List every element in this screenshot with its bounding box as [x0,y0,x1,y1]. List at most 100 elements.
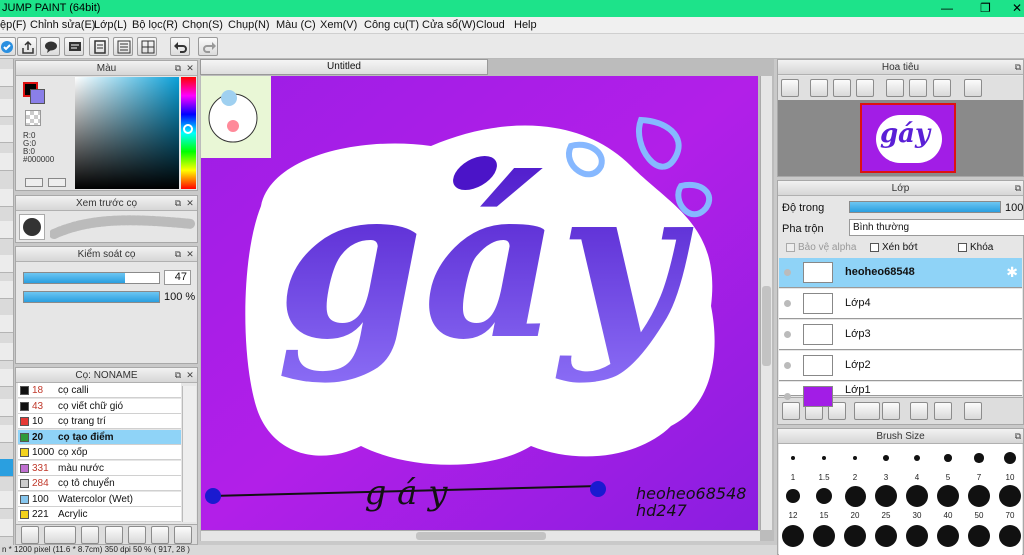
menu-window[interactable]: Cửa sổ(W) [422,19,476,31]
blend-mode-select[interactable]: Bình thường [849,219,1024,236]
drawing-canvas[interactable]: gáy g á y heoheo68548 hd247 [201,76,758,530]
brush-size-option[interactable] [782,525,804,547]
panel-float-icon[interactable]: ⧉ [173,249,183,259]
brush-size-option[interactable] [791,456,795,460]
background-color-swatch[interactable] [30,89,45,104]
brush-size-option[interactable] [815,487,833,505]
document-button[interactable] [89,37,109,56]
zoom-in-button[interactable] [810,79,828,97]
tool-smudge[interactable] [0,425,13,443]
brush-copy-button[interactable] [151,526,169,544]
menu-filter[interactable]: Bộ lọc(R) [132,19,178,31]
tool-fill[interactable] [0,221,13,239]
navigator-thumbnail[interactable]: gáy [860,103,956,173]
brush-list-item[interactable]: 18 cọ calli [18,383,181,398]
brush-size-option[interactable] [968,485,990,507]
layer-row[interactable]: Lớp1 [779,382,1022,407]
clipping-checkbox[interactable] [870,243,879,252]
brush-size-option[interactable] [974,453,984,463]
layer-folder-button[interactable] [882,402,900,420]
maximize-button[interactable]: ❐ [980,0,991,16]
close-button[interactable]: ✕ [1012,0,1022,16]
redo-button[interactable] [198,37,218,56]
tool-blur[interactable] [0,399,13,417]
lock-view-button[interactable] [964,79,982,97]
tool-zoom[interactable] [0,519,13,537]
brush-list-item[interactable]: 20 cọ tạo điểm [18,429,181,445]
tool-hand[interactable] [0,491,13,509]
lock-checkbox[interactable] [958,243,967,252]
menu-select[interactable]: Chọn(S) [182,19,223,31]
brush-size-slider[interactable] [23,272,160,284]
tool-brush[interactable] [0,153,13,171]
panel-close-icon[interactable]: ✕ [185,198,195,208]
brush-list-item[interactable]: 43 cọ viết chữ gió [18,398,181,414]
layer-settings-gear-icon[interactable]: ✱ [1006,264,1018,281]
brush-size-option[interactable] [852,455,858,461]
tool-eraser[interactable] [0,99,13,117]
layer-add-dropdown[interactable] [854,402,880,420]
confirm-button[interactable] [0,37,16,56]
layer-visibility-icon[interactable] [784,300,791,307]
vertical-scroll-thumb[interactable] [762,286,771,366]
brush-size-option[interactable] [875,525,897,547]
minimize-button[interactable]: — [941,0,953,16]
menu-color[interactable]: Màu (C) [276,19,316,31]
grid-button[interactable] [137,37,157,56]
panel-float-icon[interactable]: ⧉ [173,370,183,380]
tool-bucket[interactable] [0,255,13,273]
brush-size-option[interactable] [999,525,1021,547]
protect-alpha-checkbox[interactable] [786,243,795,252]
menu-capture[interactable]: Chụp(N) [228,19,270,31]
menu-tools[interactable]: Công cụ(T) [364,19,419,31]
brush-size-option[interactable] [786,489,800,503]
brush-settings-button[interactable] [81,526,99,544]
brush-list-item[interactable]: 10 cọ trang trí [18,414,181,429]
menu-edit[interactable]: Chỉnh sửa(E) [30,19,95,31]
panel-float-icon[interactable]: ⧉ [173,198,183,208]
tab-untitled[interactable]: Untitled [200,59,488,75]
brush-size-option[interactable] [906,525,928,547]
tool-magic-wand[interactable] [0,343,13,361]
brush-upload-button[interactable] [21,526,39,544]
brush-folder-button[interactable] [105,526,123,544]
zoom-actual-button[interactable] [833,79,851,97]
layer-row[interactable]: heoheo68548 ✱ [779,258,1022,288]
layer-merge-button[interactable] [934,402,952,420]
panel-float-icon[interactable]: ⧉ [1013,431,1023,441]
comment-button[interactable] [40,37,60,56]
brush-size-option[interactable] [1004,452,1016,464]
menu-view[interactable]: Xem(V) [320,19,357,31]
zoom-fit-button[interactable] [781,79,799,97]
brush-size-option[interactable] [913,454,921,462]
share-button[interactable] [17,37,37,56]
layer-delete-button[interactable] [964,402,982,420]
layer-row[interactable]: Lớp3 [779,320,1022,350]
brush-new-dropdown[interactable] [44,526,76,544]
brush-size-option[interactable] [968,525,990,547]
panel-float-icon[interactable]: ⧉ [1013,183,1023,193]
tool-move[interactable] [0,189,13,207]
brush-list-item[interactable]: 284 cọ tô chuyển [18,476,181,491]
menu-file[interactable]: ệp(F) [0,19,26,31]
brush-size-option[interactable] [875,485,897,507]
rotate-left-button[interactable] [886,79,904,97]
brush-list-scrollbar[interactable] [182,386,196,522]
brush-list-item[interactable]: 331 màu nước [18,460,181,476]
brush-list-item[interactable]: 1000 cọ xốp [18,445,181,460]
layer-visibility-icon[interactable] [784,269,791,276]
layer-copy-button[interactable] [910,402,928,420]
brush-list-item[interactable]: 100 Watercolor (Wet) [18,491,181,507]
canvas-horizontal-scrollbar[interactable] [201,530,760,541]
brush-size-option[interactable] [906,485,928,507]
saturation-value-picker[interactable] [75,77,179,189]
menu-help[interactable]: Help [514,19,537,31]
brush-size-option[interactable] [937,485,959,507]
tool-pen[interactable] [0,69,13,87]
brush-size-option[interactable] [821,455,827,461]
brush-list-item[interactable]: 221 Acrylic [18,507,181,522]
brush-duplicate-button[interactable] [128,526,146,544]
menu-cloud[interactable]: Cloud [476,19,505,31]
panel-close-icon[interactable]: ✕ [185,370,195,380]
layer-visibility-icon[interactable] [784,393,791,400]
